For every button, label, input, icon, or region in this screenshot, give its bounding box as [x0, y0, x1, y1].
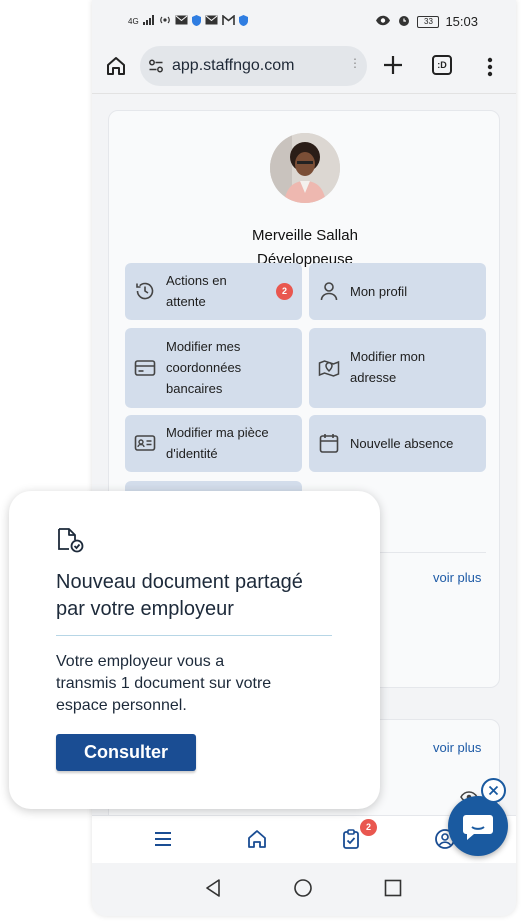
- menu-icon[interactable]: [152, 828, 174, 850]
- action-label: Modifier mon adresse: [350, 349, 426, 385]
- notification-message: Votre employeur vous a transmis 1 docume…: [56, 653, 272, 714]
- browser-menu-button[interactable]: [482, 55, 498, 79]
- close-icon: [488, 785, 499, 796]
- chat-button[interactable]: [448, 796, 508, 856]
- credit-card-icon: [134, 360, 156, 376]
- action-label: Modifier mes coordonnées bancaires: [166, 339, 242, 396]
- user-icon: [320, 282, 338, 301]
- action-edit-bank-details[interactable]: Modifier mes coordonnées bancaires: [125, 328, 302, 408]
- eye-icon: [375, 14, 391, 29]
- url-text: app.staffngo.com: [172, 57, 295, 74]
- home-circle-icon[interactable]: [293, 878, 313, 898]
- home-icon: [107, 57, 125, 75]
- status-right-icons: 33 15:03: [375, 13, 478, 30]
- mail-icon: [205, 15, 218, 28]
- calendar-icon: [319, 434, 339, 453]
- address-bar[interactable]: app.staffngo.com ⋮: [140, 46, 367, 86]
- action-pending-actions[interactable]: Actions en attente 2: [125, 263, 302, 320]
- voir-plus-link[interactable]: voir plus: [433, 740, 481, 755]
- action-new-absence[interactable]: Nouvelle absence: [309, 415, 486, 472]
- url-overflow-icon: ⋮: [349, 56, 361, 70]
- action-label: Modifier ma pièce d'identité: [166, 425, 269, 461]
- chat-close-button[interactable]: [481, 778, 506, 803]
- action-label: Mon profil: [350, 284, 408, 299]
- recents-icon[interactable]: [384, 879, 402, 897]
- history-icon: [136, 282, 154, 300]
- hotspot-icon: [159, 14, 171, 29]
- signal-icon: [142, 15, 155, 28]
- voir-plus-link[interactable]: voir plus: [433, 570, 481, 585]
- chat-icon: [463, 815, 493, 840]
- mail-icon: [175, 15, 188, 28]
- gmail-icon: [221, 14, 235, 28]
- notification-title: Nouveau document partagé par votre emplo…: [56, 571, 303, 620]
- clipboard-check-icon[interactable]: [340, 828, 362, 850]
- browser-home-button[interactable]: [104, 54, 128, 78]
- status-time: 15:03: [445, 14, 478, 29]
- avatar[interactable]: [270, 133, 340, 203]
- home-icon[interactable]: [246, 828, 268, 850]
- notification-divider: [56, 635, 332, 636]
- new-tab-button[interactable]: [380, 52, 406, 78]
- new-document-notification: Nouveau document partagé par votre emplo…: [9, 491, 380, 809]
- battery-icon: 33: [417, 15, 440, 28]
- action-label: Nouvelle absence: [350, 436, 454, 451]
- profile-photo: [270, 133, 340, 203]
- document-check-icon: [58, 528, 84, 553]
- shield-icon: [238, 14, 248, 29]
- status-bar: 4G 33 15:03: [92, 0, 516, 40]
- id-card-icon: [134, 435, 156, 451]
- browser-toolbar: app.staffngo.com ⋮ :D: [92, 40, 516, 94]
- plus-icon: [384, 56, 402, 74]
- network-type: 4G: [128, 17, 139, 26]
- action-my-profile[interactable]: Mon profil: [309, 263, 486, 320]
- status-left-icons: 4G: [128, 14, 248, 29]
- site-settings-icon[interactable]: [148, 58, 164, 74]
- profile-name: Merveille Sallah: [252, 227, 358, 244]
- alarm-icon: [397, 13, 411, 30]
- back-icon[interactable]: [203, 878, 223, 898]
- action-edit-address[interactable]: Modifier mon adresse: [309, 328, 486, 408]
- tab-switcher-button[interactable]: :D: [432, 55, 452, 75]
- action-edit-id-document[interactable]: Modifier ma pièce d'identité: [125, 415, 302, 472]
- android-nav-bar: [92, 863, 516, 916]
- more-vert-icon: [487, 57, 493, 77]
- nav-badge: 2: [360, 819, 377, 836]
- pending-count-badge: 2: [276, 283, 293, 300]
- consult-button[interactable]: Consulter: [56, 734, 196, 771]
- map-pin-icon: [318, 360, 340, 377]
- shield-icon: [191, 14, 201, 29]
- action-label: Actions en attente: [166, 273, 227, 309]
